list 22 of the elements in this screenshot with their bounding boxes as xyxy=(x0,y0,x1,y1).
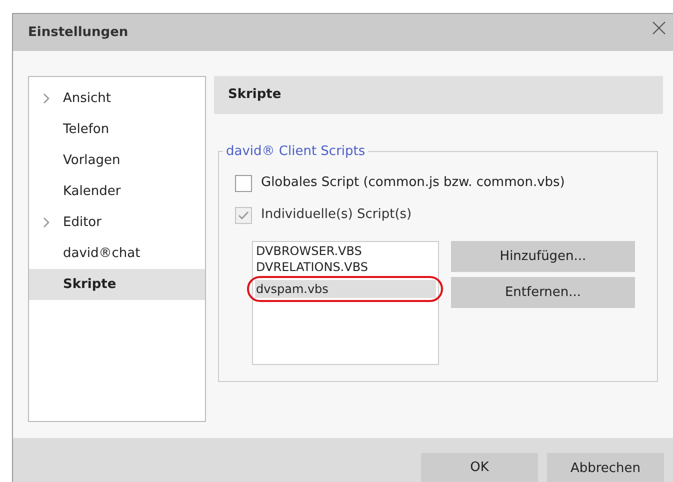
chevron-icon[interactable] xyxy=(43,217,50,228)
tree-item[interactable]: Telefon xyxy=(29,114,205,145)
close-icon[interactable] xyxy=(651,20,667,36)
tree-item[interactable]: Vorlagen xyxy=(29,145,205,176)
list-item[interactable]: dvspam.vbs xyxy=(255,280,436,298)
dialog-button[interactable]: OK xyxy=(421,453,538,482)
checkmark-icon xyxy=(238,210,249,220)
chevron-icon[interactable] xyxy=(43,93,50,104)
checkbox-option[interactable]: Globales Script (common.js bzw. common.vbs) xyxy=(235,167,657,199)
tree-item[interactable]: Editor xyxy=(29,207,205,238)
dialog-button[interactable]: Abbrechen xyxy=(547,453,664,482)
window-title: Einstellungen xyxy=(28,24,128,42)
list-action-button[interactable]: Entfernen... xyxy=(451,277,635,308)
tree-item[interactable]: Kalender xyxy=(29,176,205,207)
list-action-button[interactable]: Hinzufügen... xyxy=(451,241,635,272)
list-item[interactable]: DVRELATIONS.VBS xyxy=(255,259,436,275)
list-item[interactable]: DVBROWSER.VBS xyxy=(255,243,436,259)
tree-item[interactable]: Ansicht xyxy=(29,83,205,114)
tree-item[interactable]: Skripte xyxy=(29,269,205,300)
tree-item[interactable]: david®chat xyxy=(29,238,205,269)
checkbox[interactable] xyxy=(235,174,252,192)
page-header: Skripte xyxy=(214,76,663,114)
